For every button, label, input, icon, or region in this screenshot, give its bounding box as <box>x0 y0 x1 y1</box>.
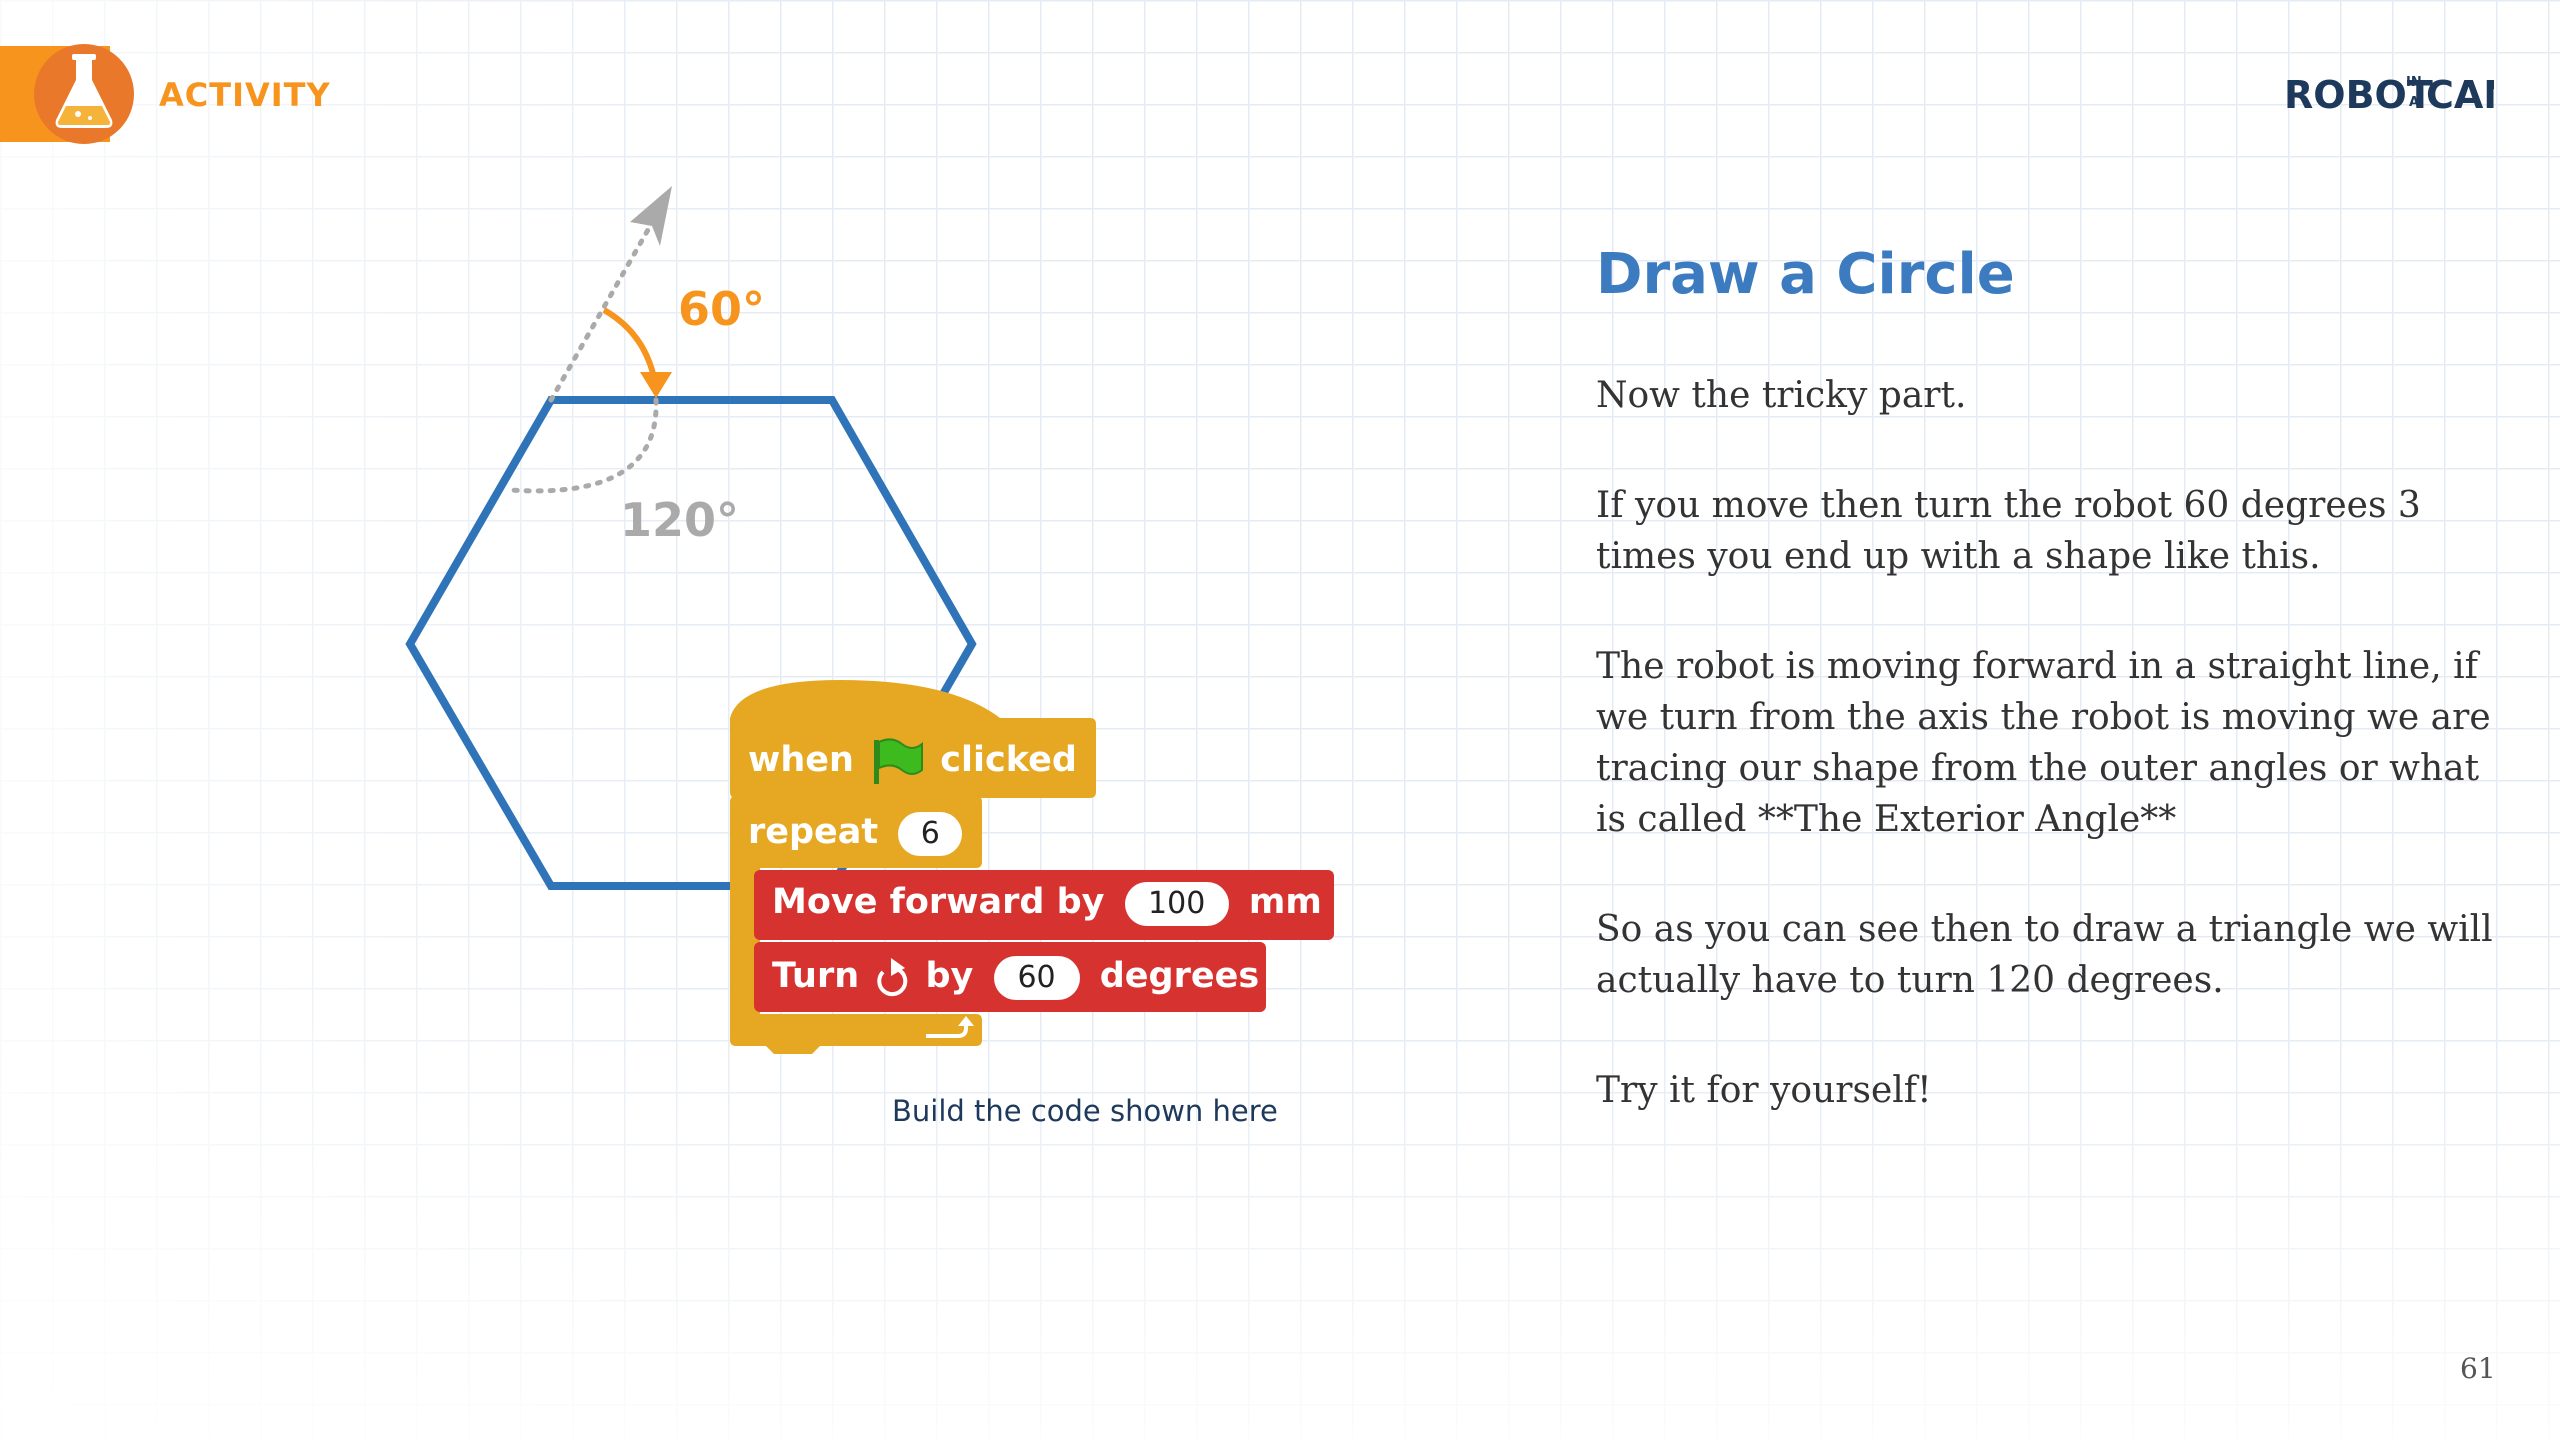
logo-word-small-bottom: A <box>2409 95 2419 110</box>
logo-word-right: CAN <box>2426 73 2494 117</box>
repeat-label: repeat <box>748 812 879 852</box>
turn-clockwise-icon <box>877 958 908 997</box>
code-caption: Build the code shown here <box>892 1094 1278 1128</box>
move-forward-block[interactable]: Move forward by 100 mm <box>772 882 1322 926</box>
when-flag-clicked-block[interactable]: when clicked <box>748 736 1077 786</box>
turn-degrees-input[interactable]: 60 <box>993 956 1080 1000</box>
move-distance-input[interactable]: 100 <box>1124 882 1229 926</box>
green-flag-icon <box>874 738 924 784</box>
paragraph-5: Try it for yourself! <box>1596 1070 1932 1111</box>
repeat-count-input[interactable]: 6 <box>898 812 963 856</box>
body-text: Now the tricky part. If you move then tu… <box>1596 370 2496 1175</box>
scratch-blocks-shapes <box>730 680 1334 1054</box>
paragraph-2: If you move then turn the robot 60 degre… <box>1596 485 2421 577</box>
page-title: Draw a Circle <box>1596 242 2015 307</box>
move-label: Move forward by <box>772 882 1105 922</box>
turn-by-label: by <box>925 956 974 996</box>
turn-unit-label: degrees <box>1099 956 1260 996</box>
turn-label: Turn <box>772 956 860 996</box>
paragraph-3: The robot is moving forward in a straigh… <box>1596 646 2491 840</box>
hat-label-clicked: clicked <box>940 740 1077 780</box>
paragraph-1: Now the tricky part. <box>1596 375 1967 416</box>
repeat-block[interactable]: repeat 6 <box>748 812 963 856</box>
hat-label-when: when <box>748 740 854 780</box>
move-unit-label: mm <box>1248 882 1322 922</box>
logo-word-small-top: IN <box>2406 75 2422 90</box>
robot-in-a-can-logo: ROBOT IN A CAN <box>2284 66 2515 118</box>
turn-block[interactable]: Turn by 60 degrees <box>772 954 1259 1000</box>
page-number: 61 <box>2460 1352 2496 1385</box>
paragraph-4: So as you can see then to draw a triangl… <box>1596 909 2493 1001</box>
